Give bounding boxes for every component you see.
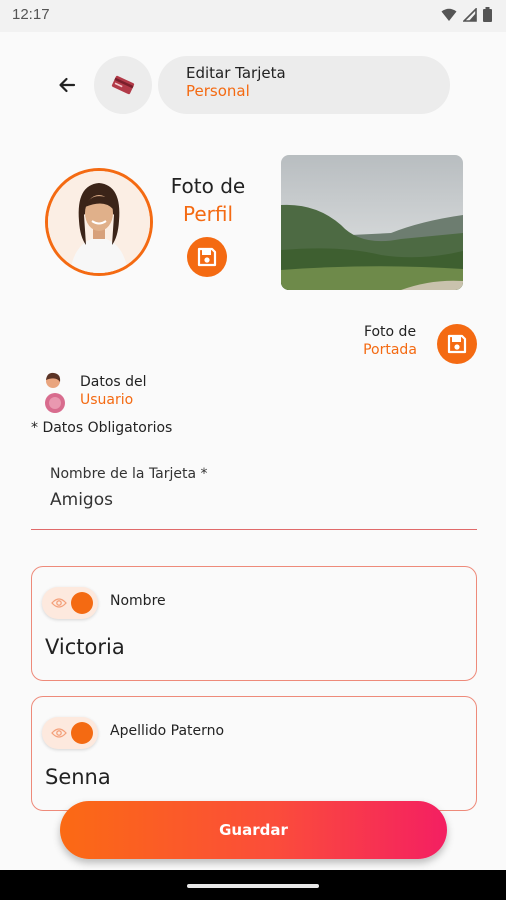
card-name-input[interactable] xyxy=(50,490,470,510)
user-section-title: Datos del Usuario xyxy=(80,373,147,409)
arrow-left-icon xyxy=(59,77,76,93)
profile-photo-label: Foto de Perfil xyxy=(160,172,256,228)
profile-photo-label-line2: Perfil xyxy=(182,202,234,226)
person-icon xyxy=(45,372,65,413)
eye-icon xyxy=(51,728,67,738)
back-button[interactable] xyxy=(52,70,82,100)
user-section-title-line2: Usuario xyxy=(80,392,134,408)
eye-icon xyxy=(51,598,67,608)
profile-photo-label-line1: Foto de xyxy=(170,174,246,198)
cover-photo[interactable] xyxy=(281,155,463,290)
page-title-line2: Personal xyxy=(186,82,250,100)
save-button[interactable]: Guardar xyxy=(60,801,447,859)
field-card-apellido-paterno[interactable]: Apellido Paterno Senna xyxy=(31,696,477,811)
user-section-icon xyxy=(42,370,68,414)
profile-avatar[interactable] xyxy=(45,168,153,276)
cover-photo-image xyxy=(281,155,463,290)
floppy-disk-icon xyxy=(197,247,217,267)
card-name-label: Nombre de la Tarjeta * xyxy=(50,466,208,482)
status-bar: 12:17 xyxy=(0,0,506,32)
status-time: 12:17 xyxy=(12,6,50,23)
save-profile-photo-button[interactable] xyxy=(187,237,227,277)
card-name-underline xyxy=(31,529,477,530)
visibility-toggle-nombre[interactable] xyxy=(42,587,98,619)
field-value-apellido-paterno[interactable]: Senna xyxy=(45,765,111,789)
field-value-nombre[interactable]: Victoria xyxy=(45,635,125,659)
toggle-knob xyxy=(71,722,93,744)
toggle-knob xyxy=(71,592,93,614)
wifi-icon xyxy=(441,8,457,21)
page-title: Editar Tarjeta Personal xyxy=(158,56,450,114)
cover-photo-label-line1: Foto de xyxy=(363,324,417,340)
field-card-nombre[interactable]: Nombre Victoria xyxy=(31,566,477,681)
field-label-apellido-paterno: Apellido Paterno xyxy=(110,723,225,739)
home-gesture-handle[interactable] xyxy=(187,884,319,888)
user-section-title-line1: Datos del xyxy=(80,374,147,390)
visibility-toggle-apellido-paterno[interactable] xyxy=(42,717,98,749)
profile-photo-image xyxy=(48,171,150,273)
required-fields-note: * Datos Obligatorios xyxy=(31,420,173,436)
cover-photo-label: Foto de Portada xyxy=(350,323,430,359)
cover-photo-label-line2: Portada xyxy=(363,342,417,358)
business-card-icon xyxy=(111,75,135,95)
battery-icon xyxy=(483,7,492,22)
floppy-disk-icon xyxy=(447,334,467,354)
signal-icon xyxy=(463,7,477,22)
status-icons xyxy=(441,7,492,22)
save-cover-photo-button[interactable] xyxy=(437,324,477,364)
page-title-line1: Editar Tarjeta xyxy=(186,64,286,82)
card-type-badge xyxy=(94,56,152,114)
field-label-nombre: Nombre xyxy=(110,593,166,609)
